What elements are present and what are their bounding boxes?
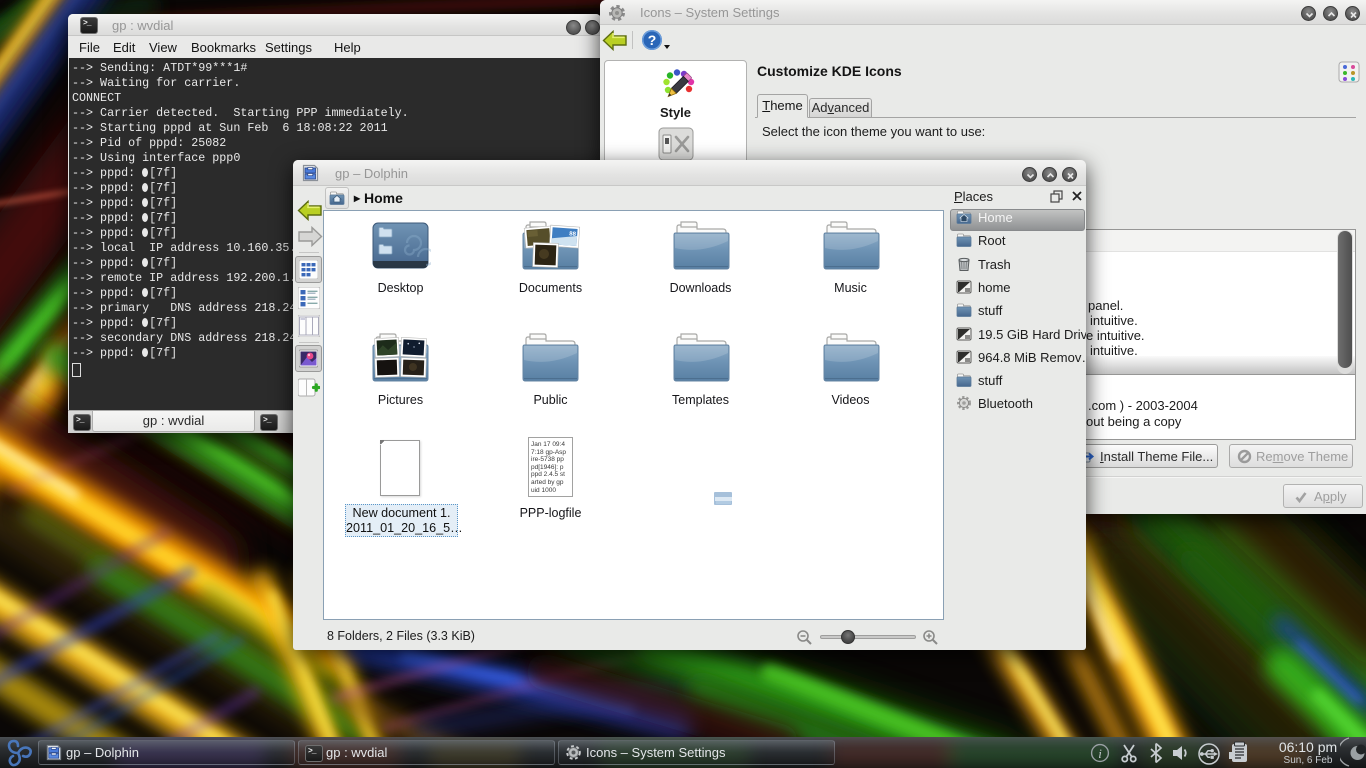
svg-text:?: ?: [648, 32, 657, 48]
svg-text:i: i: [1098, 746, 1102, 761]
svg-text:88: 88: [569, 231, 577, 237]
